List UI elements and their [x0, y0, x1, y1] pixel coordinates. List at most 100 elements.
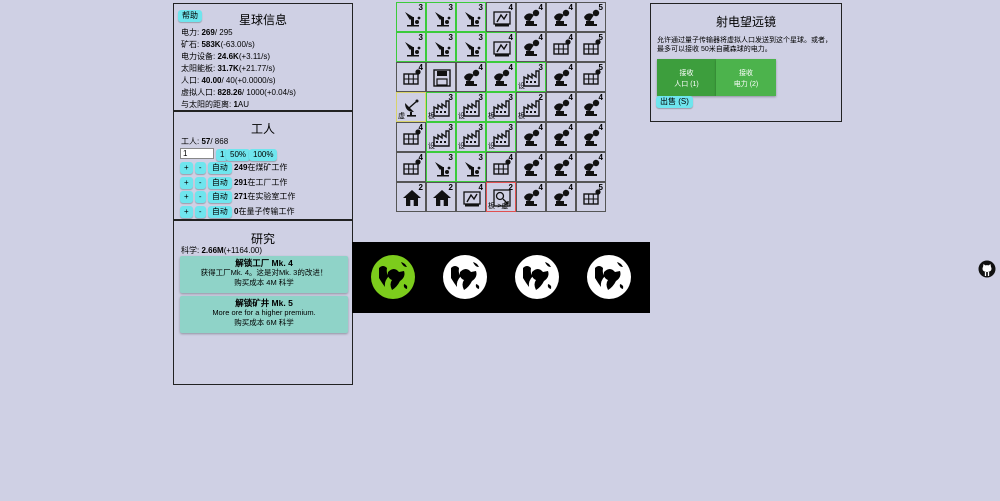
building-level: 5	[598, 63, 603, 72]
building-level: 2	[448, 183, 453, 192]
grid-cell[interactable]: 2	[396, 182, 426, 212]
grid-cell[interactable]: 5	[576, 32, 606, 62]
grid-cell[interactable]: 4	[546, 122, 576, 152]
grid-cell[interactable]: 3	[456, 32, 486, 62]
amount-fifty-button[interactable]: 50%	[226, 149, 251, 161]
telescope-title: 射电望远镜	[715, 15, 776, 29]
grid-cell[interactable]: 4	[576, 152, 606, 182]
building-level: 4	[568, 153, 573, 162]
grid-cell[interactable]: 3	[426, 32, 456, 62]
grid-cell[interactable]: 5	[576, 62, 606, 92]
add-worker-button[interactable]: +	[180, 191, 193, 203]
building-tag: 设	[458, 143, 465, 150]
workers-count: 工人: 57/ 868	[181, 137, 229, 146]
building-level: 3	[448, 93, 453, 102]
grid-cell[interactable]: 4	[546, 32, 576, 62]
add-worker-button[interactable]: +	[180, 162, 193, 174]
research-card-desc: More ore for a higher premium.	[212, 308, 316, 317]
grid-cell[interactable]: 4	[516, 2, 546, 32]
grid-cell[interactable]: 4	[576, 122, 606, 152]
grid-cell[interactable]: 虚	[396, 92, 426, 122]
planet-3-button[interactable]	[514, 254, 560, 302]
github-icon[interactable]	[978, 260, 996, 278]
grid-cell[interactable]: 3设	[486, 122, 516, 152]
grid-cell[interactable]: 2 板->虚	[486, 182, 516, 212]
grid-cell[interactable]: 5	[576, 182, 606, 212]
building-tag: 板->虚	[488, 203, 509, 210]
sell-button[interactable]: 出售 (S)	[656, 96, 693, 108]
grid-cell[interactable]: 3设	[456, 92, 486, 122]
grid-cell[interactable]: 4	[456, 62, 486, 92]
building-tag: 设	[518, 83, 525, 90]
research-card-factory-mk4[interactable]: 解锁工厂 Mk. 4 获得工厂Mk. 4。这是对Mk. 3的改进！ 购买成本 4…	[180, 256, 348, 293]
research-card-mine-mk5[interactable]: 解锁矿井 Mk. 5 More ore for a higher premium…	[180, 296, 348, 333]
auto-assign-button[interactable]: 自动	[207, 191, 232, 203]
building-tag: 板	[518, 113, 525, 120]
auto-assign-button[interactable]: 自动	[207, 162, 232, 174]
building-level: 4	[568, 123, 573, 132]
grid-cell[interactable]: 3	[396, 32, 426, 62]
grid-cell[interactable]: 3	[426, 2, 456, 32]
grid-cell[interactable]: 4	[516, 182, 546, 212]
grid-cell[interactable]: 5	[576, 2, 606, 32]
building-level: 5	[598, 3, 603, 12]
receive-population-button[interactable]: 接收 人口 (1)	[657, 59, 716, 96]
building-level: 4	[418, 153, 423, 162]
worker-job-row: + - 自动 271在实验室工作	[180, 191, 295, 203]
grid-cell[interactable]: 4	[546, 152, 576, 182]
grid-cell[interactable]: 2板	[516, 92, 546, 122]
planet-2-button[interactable]	[442, 254, 488, 302]
building-level: 3	[418, 33, 423, 42]
planet-1-button[interactable]	[370, 254, 416, 302]
amount-hundred-button[interactable]: 100%	[249, 149, 278, 161]
auto-assign-button[interactable]: 自动	[207, 176, 232, 189]
grid-cell[interactable]: 4	[546, 182, 576, 212]
grid-cell[interactable]: 3设	[456, 122, 486, 152]
building-tag: 板	[428, 113, 435, 120]
add-worker-button[interactable]: +	[180, 176, 193, 189]
grid-cell[interactable]: 4	[546, 2, 576, 32]
grid-cell[interactable]: 4	[486, 32, 516, 62]
remove-worker-button[interactable]: -	[194, 205, 206, 218]
planet-4-button[interactable]	[586, 254, 632, 302]
building-tag: 设	[488, 143, 495, 150]
grid-cell[interactable]: 4	[396, 122, 426, 152]
grid-cell[interactable]: 4	[456, 182, 486, 212]
building-level: 4	[598, 123, 603, 132]
building-level: 4	[598, 93, 603, 102]
grid-cell[interactable]: 4	[486, 152, 516, 182]
telescope-panel: 射电望远镜 允许通过量子传输器将虚拟人口发送到这个星球。或者，最多可以接收 50…	[650, 3, 842, 122]
grid-cell[interactable]: 4	[546, 92, 576, 122]
grid-cell[interactable]: 4	[396, 62, 426, 92]
remove-worker-button[interactable]: -	[194, 191, 206, 203]
grid-cell[interactable]: 3设	[426, 122, 456, 152]
remove-worker-button[interactable]: -	[194, 176, 206, 189]
building-level: 4	[538, 183, 543, 192]
grid-cell[interactable]: 4	[516, 32, 546, 62]
planet-stat-row: 电力设备: 24.6K(+3.11/s)	[181, 52, 271, 61]
add-worker-button[interactable]: +	[180, 205, 193, 218]
building-level: 3	[448, 153, 453, 162]
grid-cell[interactable]: 3	[396, 2, 426, 32]
grid-cell[interactable]: 3	[426, 152, 456, 182]
grid-cell[interactable]: 4	[576, 92, 606, 122]
grid-cell[interactable]: 3板	[426, 92, 456, 122]
grid-cell[interactable]: 4	[516, 122, 546, 152]
grid-cell[interactable]: 3	[456, 152, 486, 182]
receive-power-button[interactable]: 接收 电力 (2)	[716, 59, 776, 96]
grid-cell[interactable]: 3板	[486, 92, 516, 122]
grid-cell[interactable]: 4	[516, 152, 546, 182]
grid-cell[interactable]: 4	[486, 62, 516, 92]
worker-amount-input[interactable]	[180, 148, 214, 159]
planet-stat-row: 虚拟人口: 828.26/ 1000(+0.04/s)	[181, 88, 296, 97]
grid-cell[interactable]: 4	[396, 152, 426, 182]
grid-cell[interactable]: 4	[546, 62, 576, 92]
grid-cell[interactable]: 3	[456, 2, 486, 32]
grid-cell[interactable]	[426, 62, 456, 92]
grid-cell[interactable]: 3设	[516, 62, 546, 92]
grid-cell[interactable]: 4	[486, 2, 516, 32]
remove-worker-button[interactable]: -	[194, 162, 206, 174]
building-level: 3	[538, 63, 543, 72]
grid-cell[interactable]: 2	[426, 182, 456, 212]
auto-assign-button[interactable]: 自动	[207, 205, 232, 218]
